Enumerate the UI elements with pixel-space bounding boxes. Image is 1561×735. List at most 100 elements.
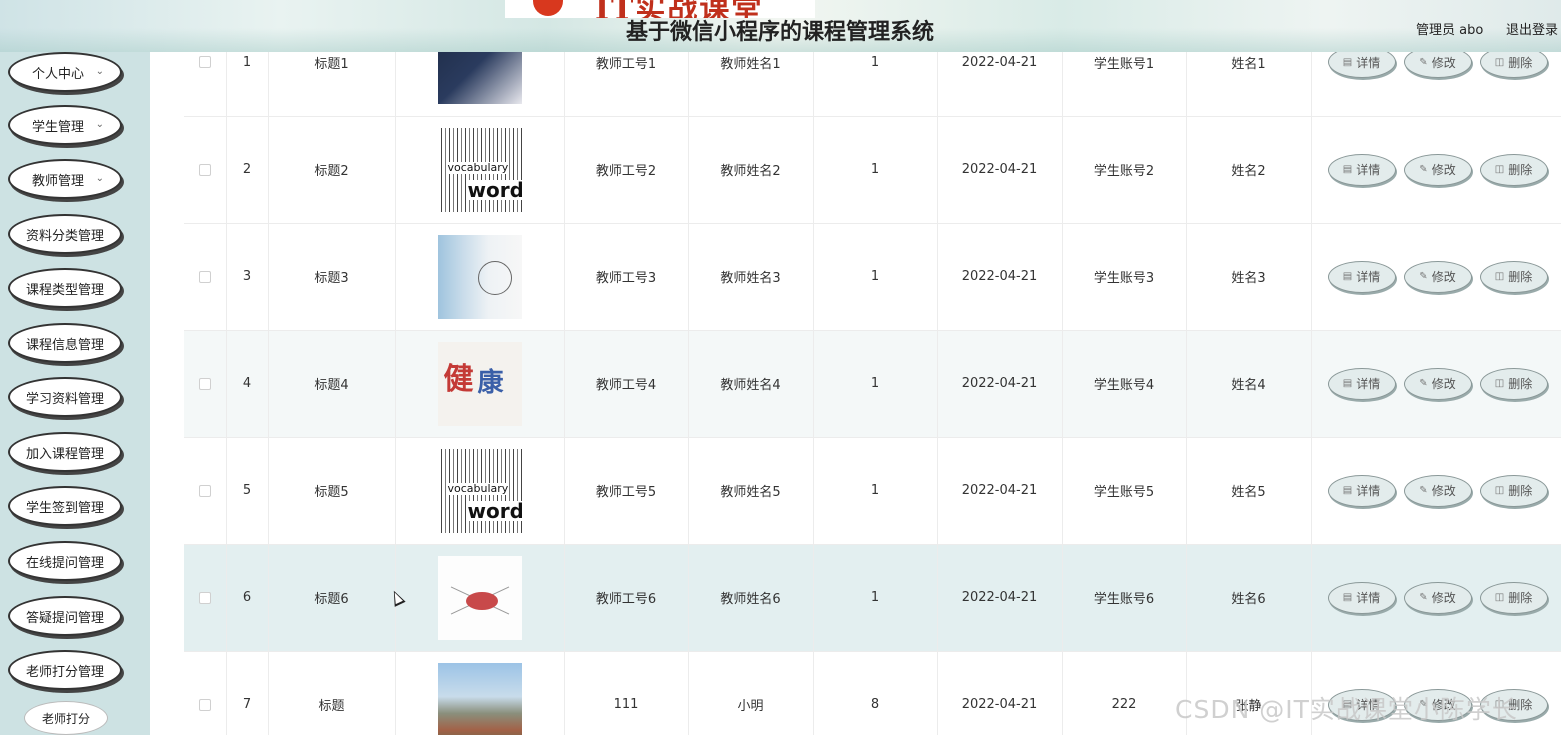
teacher-name-cell: 教师姓名3: [688, 223, 814, 331]
trash-icon: ◫: [1494, 271, 1505, 282]
detail-button[interactable]: ▤ 详情: [1327, 153, 1396, 186]
actions-cell: ▤ 详情 ✎ 修改 ◫ 删除: [1311, 330, 1561, 438]
delete-button[interactable]: ◫ 删除: [1479, 153, 1548, 186]
chevron-down-icon: ⌄: [95, 173, 104, 184]
sidebar-item-join-course[interactable]: 加入课程管理: [8, 432, 122, 472]
thumb-text: words: [467, 500, 522, 521]
student-name-cell: 姓名3: [1186, 223, 1312, 331]
teacher-id-cell: 教师工号4: [564, 330, 689, 438]
thumb-text: 健: [443, 361, 474, 397]
delete-button[interactable]: ◫ 删除: [1479, 260, 1548, 293]
sidebar-subitem-teacher-scoring[interactable]: 老师打分: [24, 701, 108, 735]
course-thumbnail: [437, 52, 522, 105]
student-name-cell: 姓名2: [1186, 116, 1312, 224]
thumb-shape: [477, 260, 512, 295]
sidebar-item-teacher-scoring[interactable]: 老师打分管理: [8, 650, 122, 690]
sidebar-item-student-management[interactable]: 学生管理 ⌄: [8, 105, 122, 145]
header-bar: IT实战课堂 基于微信小程序的课程管理系统 管理员 abo 退出登录: [0, 0, 1561, 52]
image-cell: vocabulary words: [395, 116, 565, 224]
date-cell: 2022-04-21: [937, 52, 1063, 117]
row-checkbox[interactable]: [198, 377, 211, 390]
date-cell: 2022-04-21: [937, 116, 1063, 224]
sidebar-item-online-question[interactable]: 在线提问管理: [8, 541, 122, 581]
trash-icon: ◫: [1494, 485, 1505, 496]
student-id-cell: 222: [1062, 651, 1187, 735]
trash-icon: ◫: [1494, 56, 1505, 68]
document-icon: ▤: [1342, 56, 1353, 68]
detail-button[interactable]: ▤ 详情: [1327, 581, 1396, 614]
date-cell: 2022-04-21: [937, 544, 1063, 652]
edit-button[interactable]: ✎ 修改: [1403, 260, 1472, 293]
pencil-icon: ✎: [1419, 56, 1428, 68]
row-checkbox[interactable]: [198, 270, 211, 283]
sidebar-item-student-signin[interactable]: 学生签到管理: [8, 486, 122, 526]
student-id-cell: 学生账号3: [1062, 223, 1187, 331]
detail-button[interactable]: ▤ 详情: [1327, 260, 1396, 293]
date-cell: 2022-04-21: [937, 223, 1063, 331]
data-table: 1 标题1 教师工号1 教师姓名1 1 2022-04-21 学生账号1 姓名1 ▤ 详情 ✎ 修改 ◫…: [184, 52, 1561, 735]
score-cell: 8: [813, 651, 938, 735]
teacher-id-cell: 教师工号2: [564, 116, 689, 224]
edit-button[interactable]: ✎ 修改: [1403, 367, 1472, 400]
row-actions: ▤ 详情 ✎ 修改 ◫ 删除: [1312, 474, 1561, 507]
student-id-cell: 学生账号5: [1062, 437, 1187, 545]
row-checkbox[interactable]: [198, 591, 211, 604]
teacher-id-cell: 111: [564, 651, 689, 735]
date-cell: 2022-04-21: [937, 437, 1063, 545]
actions-cell: ▤ 详情 ✎ 修改 ◫ 删除: [1311, 116, 1561, 224]
row-checkbox[interactable]: [198, 163, 211, 176]
teacher-id-cell: 教师工号6: [564, 544, 689, 652]
sidebar-item-course-info[interactable]: 课程信息管理: [8, 323, 122, 363]
edit-button[interactable]: ✎ 修改: [1403, 153, 1472, 186]
course-thumbnail: [437, 555, 522, 640]
detail-button[interactable]: ▤ 详情: [1327, 474, 1396, 507]
sidebar-item-answer-question[interactable]: 答疑提问管理: [8, 596, 122, 636]
detail-button[interactable]: ▤ 详情: [1327, 52, 1396, 79]
title-cell: 标题2: [268, 116, 396, 224]
sidebar-item-material-category[interactable]: 资料分类管理: [8, 214, 122, 254]
teacher-id-cell: 教师工号3: [564, 223, 689, 331]
edit-button[interactable]: ✎ 修改: [1403, 52, 1472, 79]
sidebar-item-personal-center[interactable]: 个人中心 ⌄: [8, 52, 122, 92]
student-name-cell: 姓名4: [1186, 330, 1312, 438]
watermark: CSDN @IT实战课堂小陈学长: [1175, 695, 1518, 724]
course-thumbnail: 健康: [437, 341, 522, 426]
thumb-shape: [465, 591, 498, 610]
delete-button[interactable]: ◫ 删除: [1479, 581, 1548, 614]
score-cell: 1: [813, 223, 938, 331]
detail-button[interactable]: ▤ 详情: [1327, 367, 1396, 400]
score-cell: 1: [813, 116, 938, 224]
trash-icon: ◫: [1494, 378, 1505, 389]
image-cell: [395, 52, 565, 117]
image-cell: [395, 651, 565, 735]
document-icon: ▤: [1342, 592, 1353, 603]
edit-button[interactable]: ✎ 修改: [1403, 474, 1472, 507]
row-actions: ▤ 详情 ✎ 修改 ◫ 删除: [1312, 52, 1561, 79]
sidebar-item-teacher-management[interactable]: 教师管理 ⌄: [8, 159, 122, 199]
student-id-cell: 学生账号6: [1062, 544, 1187, 652]
row-checkbox[interactable]: [198, 698, 211, 711]
edit-button[interactable]: ✎ 修改: [1403, 581, 1472, 614]
delete-button[interactable]: ◫ 删除: [1479, 52, 1548, 79]
teacher-name-cell: 教师姓名2: [688, 116, 814, 224]
system-title: 基于微信小程序的课程管理系统: [626, 20, 935, 45]
sidebar-item-course-type[interactable]: 课程类型管理: [8, 268, 122, 308]
score-cell: 1: [813, 52, 938, 117]
title-cell: 标题4: [268, 330, 396, 438]
score-cell: 1: [813, 437, 938, 545]
delete-button[interactable]: ◫ 删除: [1479, 367, 1548, 400]
row-checkbox-cell: [184, 544, 227, 652]
teacher-name-cell: 小明: [688, 651, 814, 735]
delete-button[interactable]: ◫ 删除: [1479, 474, 1548, 507]
image-cell: [395, 223, 565, 331]
sidebar-item-label: 学习资料管理: [25, 391, 104, 407]
score-cell: 1: [813, 330, 938, 438]
edit-label: 修改: [1431, 591, 1456, 605]
sidebar-item-study-material[interactable]: 学习资料管理: [8, 377, 122, 417]
row-checkbox[interactable]: [198, 56, 211, 69]
student-name-cell: 姓名6: [1186, 544, 1312, 652]
row-checkbox[interactable]: [198, 484, 211, 497]
pencil-icon: ✎: [1419, 271, 1428, 282]
thumb-text: vocabulary: [447, 481, 509, 495]
logout-link[interactable]: 退出登录: [1506, 19, 1558, 38]
